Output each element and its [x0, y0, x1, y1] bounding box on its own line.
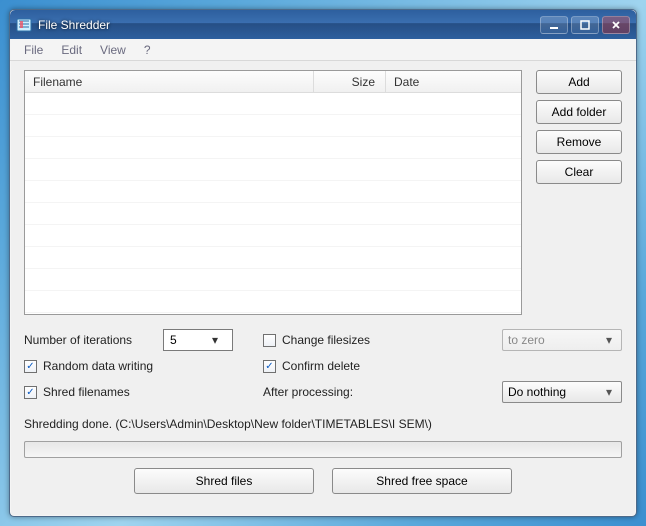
menu-file[interactable]: File	[16, 40, 51, 60]
menu-help[interactable]: ?	[136, 40, 159, 60]
chevron-down-icon: ▾	[198, 330, 232, 350]
change-filesizes-checkbox[interactable]	[263, 334, 276, 347]
window-title: File Shredder	[38, 18, 540, 32]
minimize-icon	[549, 20, 559, 30]
column-size[interactable]: Size	[314, 71, 386, 92]
after-processing-select[interactable]: Do nothing ▾	[502, 381, 622, 403]
close-icon	[611, 20, 621, 30]
change-filesizes-label: Change filesizes	[282, 333, 370, 347]
clear-button[interactable]: Clear	[536, 160, 622, 184]
shred-filenames-option[interactable]: ✓ Shred filenames	[24, 385, 263, 399]
shred-free-space-button[interactable]: Shred free space	[332, 468, 512, 494]
progress-bar	[24, 441, 622, 458]
close-button[interactable]	[602, 16, 630, 34]
change-filesizes-option[interactable]: Change filesizes	[263, 333, 502, 347]
confirm-delete-checkbox[interactable]: ✓	[263, 360, 276, 373]
list-header: Filename Size Date	[25, 71, 521, 93]
filesizes-select-value: to zero	[508, 333, 602, 347]
options-grid: Number of iterations 5 ▾ Change filesize…	[24, 329, 622, 403]
menu-edit[interactable]: Edit	[53, 40, 90, 60]
iterations-value: 5	[164, 333, 198, 347]
shred-files-button[interactable]: Shred files	[134, 468, 314, 494]
window-controls	[540, 16, 630, 34]
after-processing-row: After processing:	[263, 385, 502, 399]
shred-filenames-label: Shred filenames	[43, 385, 130, 399]
column-date[interactable]: Date	[386, 71, 521, 92]
side-buttons: Add Add folder Remove Clear	[536, 70, 622, 315]
random-writing-checkbox[interactable]: ✓	[24, 360, 37, 373]
window: File Shredder File Edit View ? Filename …	[9, 9, 637, 517]
bottom-buttons: Shred files Shred free space	[24, 468, 622, 494]
chevron-down-icon: ▾	[602, 382, 616, 402]
add-folder-button[interactable]: Add folder	[536, 100, 622, 124]
after-processing-label: After processing:	[263, 385, 353, 399]
random-writing-option[interactable]: ✓ Random data writing	[24, 359, 263, 373]
iterations-label: Number of iterations	[24, 333, 132, 347]
top-row: Filename Size Date Add Add folder Remove…	[24, 70, 622, 315]
titlebar[interactable]: File Shredder	[10, 10, 636, 39]
iterations-input[interactable]: 5 ▾	[163, 329, 233, 351]
after-processing-value: Do nothing	[508, 385, 602, 399]
maximize-icon	[580, 20, 590, 30]
iterations-row: Number of iterations 5 ▾	[24, 329, 263, 351]
menubar: File Edit View ?	[10, 39, 636, 61]
random-writing-label: Random data writing	[43, 359, 153, 373]
maximize-button[interactable]	[571, 16, 599, 34]
file-list[interactable]: Filename Size Date	[24, 70, 522, 315]
status-text: Shredding done. (C:\Users\Admin\Desktop\…	[24, 417, 622, 431]
add-button[interactable]: Add	[536, 70, 622, 94]
filesizes-select[interactable]: to zero ▾	[502, 329, 622, 351]
remove-button[interactable]: Remove	[536, 130, 622, 154]
client-area: Filename Size Date Add Add folder Remove…	[10, 61, 636, 516]
menu-view[interactable]: View	[92, 40, 134, 60]
confirm-delete-option[interactable]: ✓ Confirm delete	[263, 359, 502, 373]
column-filename[interactable]: Filename	[25, 71, 314, 92]
app-icon	[16, 17, 32, 33]
shred-filenames-checkbox[interactable]: ✓	[24, 386, 37, 399]
confirm-delete-label: Confirm delete	[282, 359, 360, 373]
list-body[interactable]	[25, 93, 521, 314]
chevron-down-icon: ▾	[602, 330, 616, 350]
minimize-button[interactable]	[540, 16, 568, 34]
